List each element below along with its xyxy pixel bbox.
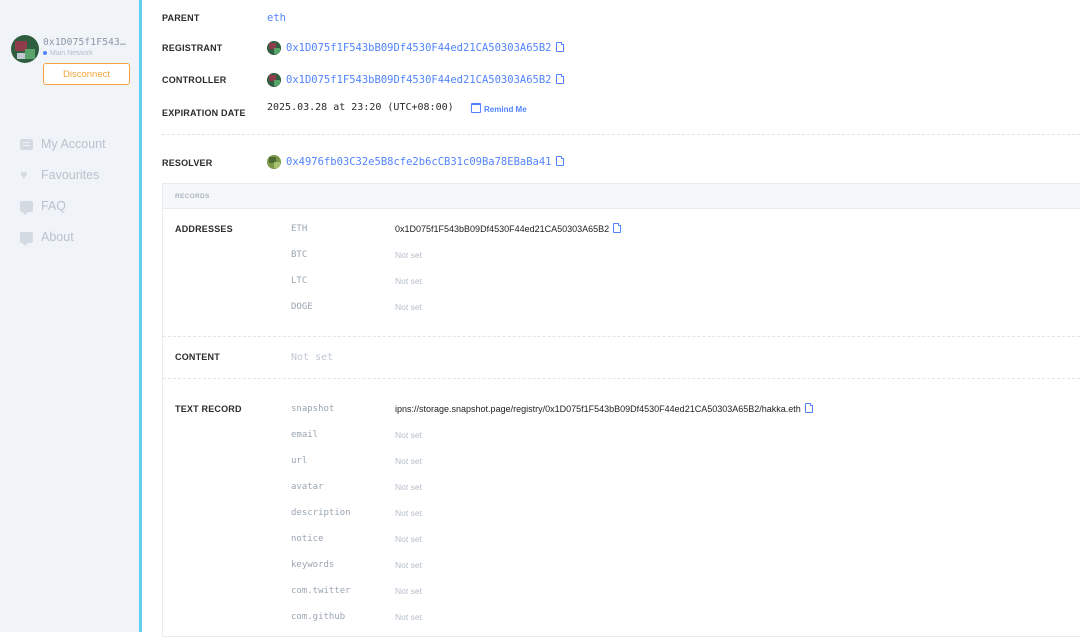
parent-label: PARENT	[162, 13, 200, 23]
controller-address[interactable]: 0x1D075f1F543bB09Df4530F44ed21CA50303A65…	[286, 74, 564, 86]
text-key-twitter: com.twitter	[291, 586, 351, 596]
resolver-address[interactable]: 0x4976fb03C32e5B8cfe2b6cCB31c09Ba78EBaBa…	[286, 156, 564, 168]
divider	[163, 378, 1080, 379]
resolver-avatar	[267, 155, 281, 169]
network-indicator: Main Network	[43, 50, 93, 57]
address-key-doge: DOGE	[291, 302, 313, 312]
sidebar-item-label: My Account	[41, 137, 106, 151]
calendar-icon	[471, 103, 481, 113]
remind-me-label: Remind Me	[484, 105, 527, 114]
records-section: RECORDS ADDRESSES ETH 0x1D075f1F543bB09D…	[162, 183, 1080, 637]
account-avatar[interactable]	[11, 35, 39, 63]
records-title: RECORDS	[175, 193, 210, 200]
records-header: RECORDS	[163, 184, 1080, 209]
controller-address-text[interactable]: 0x1D075f1F543bB09Df4530F44ed21CA50303A65…	[286, 74, 552, 86]
text-value-description: Not set	[395, 508, 422, 518]
addresses-label: ADDRESSES	[175, 224, 233, 234]
text-value-keywords: Not set	[395, 560, 422, 570]
parent-link[interactable]: eth	[267, 12, 286, 24]
disconnect-button[interactable]: Disconnect	[43, 63, 130, 85]
resolver-label: RESOLVER	[162, 158, 213, 168]
text-value-twitter: Not set	[395, 586, 422, 596]
address-value-ltc: Not set	[395, 276, 422, 286]
name-details-panel: PARENT eth REGISTRANT 0x1D075f1F543bB09D…	[142, 0, 1080, 637]
content-label: CONTENT	[175, 352, 220, 362]
copy-icon[interactable]	[555, 42, 564, 52]
heart-icon: ♥	[20, 167, 28, 182]
copy-icon[interactable]	[804, 403, 813, 413]
address-value-eth[interactable]: 0x1D075f1F543bB09Df4530F44ed21CA50303A65…	[395, 223, 622, 234]
text-value-github: Not set	[395, 612, 422, 622]
text-value-snapshot-text[interactable]: ipns://storage.snapshot.page/registry/0x…	[395, 404, 801, 414]
address-value-doge: Not set	[395, 302, 422, 312]
account-icon	[20, 139, 33, 150]
chat-icon	[20, 232, 33, 246]
text-value-url: Not set	[395, 456, 422, 466]
registrant-address-text[interactable]: 0x1D075f1F543bB09Df4530F44ed21CA50303A65…	[286, 42, 552, 54]
text-value-email: Not set	[395, 430, 422, 440]
divider	[163, 336, 1080, 337]
copy-icon[interactable]	[555, 156, 564, 166]
text-value-avatar: Not set	[395, 482, 422, 492]
controller-avatar	[267, 73, 281, 87]
network-name: Main Network	[50, 50, 93, 57]
resolver-address-text[interactable]: 0x4976fb03C32e5B8cfe2b6cCB31c09Ba78EBaBa…	[286, 156, 552, 168]
registrant-label: REGISTRANT	[162, 43, 223, 53]
address-key-btc: BTC	[291, 250, 308, 260]
text-key-avatar: avatar	[291, 482, 324, 492]
expiration-label: EXPIRATION DATE	[162, 108, 246, 118]
text-key-url: url	[291, 456, 308, 466]
copy-icon[interactable]	[613, 223, 622, 233]
controller-label: CONTROLLER	[162, 75, 227, 85]
text-key-notice: notice	[291, 534, 324, 544]
text-key-email: email	[291, 430, 319, 440]
text-key-snapshot: snapshot	[291, 404, 335, 414]
network-dot-icon	[43, 51, 47, 56]
registrant-address[interactable]: 0x1D075f1F543bB09Df4530F44ed21CA50303A65…	[286, 42, 564, 54]
sidebar: 0x1D075f1F543… Main Network Disconnect M…	[0, 0, 142, 632]
sidebar-item-label: Favourites	[41, 168, 100, 182]
address-key-ltc: LTC	[291, 276, 308, 286]
remind-me-button[interactable]: Remind Me	[471, 103, 527, 114]
divider	[162, 134, 1080, 135]
text-value-notice: Not set	[395, 534, 422, 544]
address-key-eth: ETH	[291, 224, 308, 234]
text-key-keywords: keywords	[291, 560, 335, 570]
content-value: Not set	[291, 352, 334, 363]
sidebar-item-label: About	[41, 230, 74, 244]
text-record-label: TEXT RECORD	[175, 404, 242, 414]
sidebar-item-label: FAQ	[41, 199, 67, 213]
copy-icon[interactable]	[555, 74, 564, 84]
chat-icon	[20, 201, 33, 215]
registrant-avatar	[267, 41, 281, 55]
text-key-github: com.github	[291, 612, 346, 622]
address-value-eth-text[interactable]: 0x1D075f1F543bB09Df4530F44ed21CA50303A65…	[395, 224, 609, 234]
address-value-btc: Not set	[395, 250, 422, 260]
expiration-date: 2025.03.28 at 23:20 (UTC+08:00)	[267, 102, 454, 113]
account-address: 0x1D075f1F543…	[43, 37, 126, 48]
text-key-description: description	[291, 508, 351, 518]
text-value-snapshot[interactable]: ipns://storage.snapshot.page/registry/0x…	[395, 403, 813, 414]
